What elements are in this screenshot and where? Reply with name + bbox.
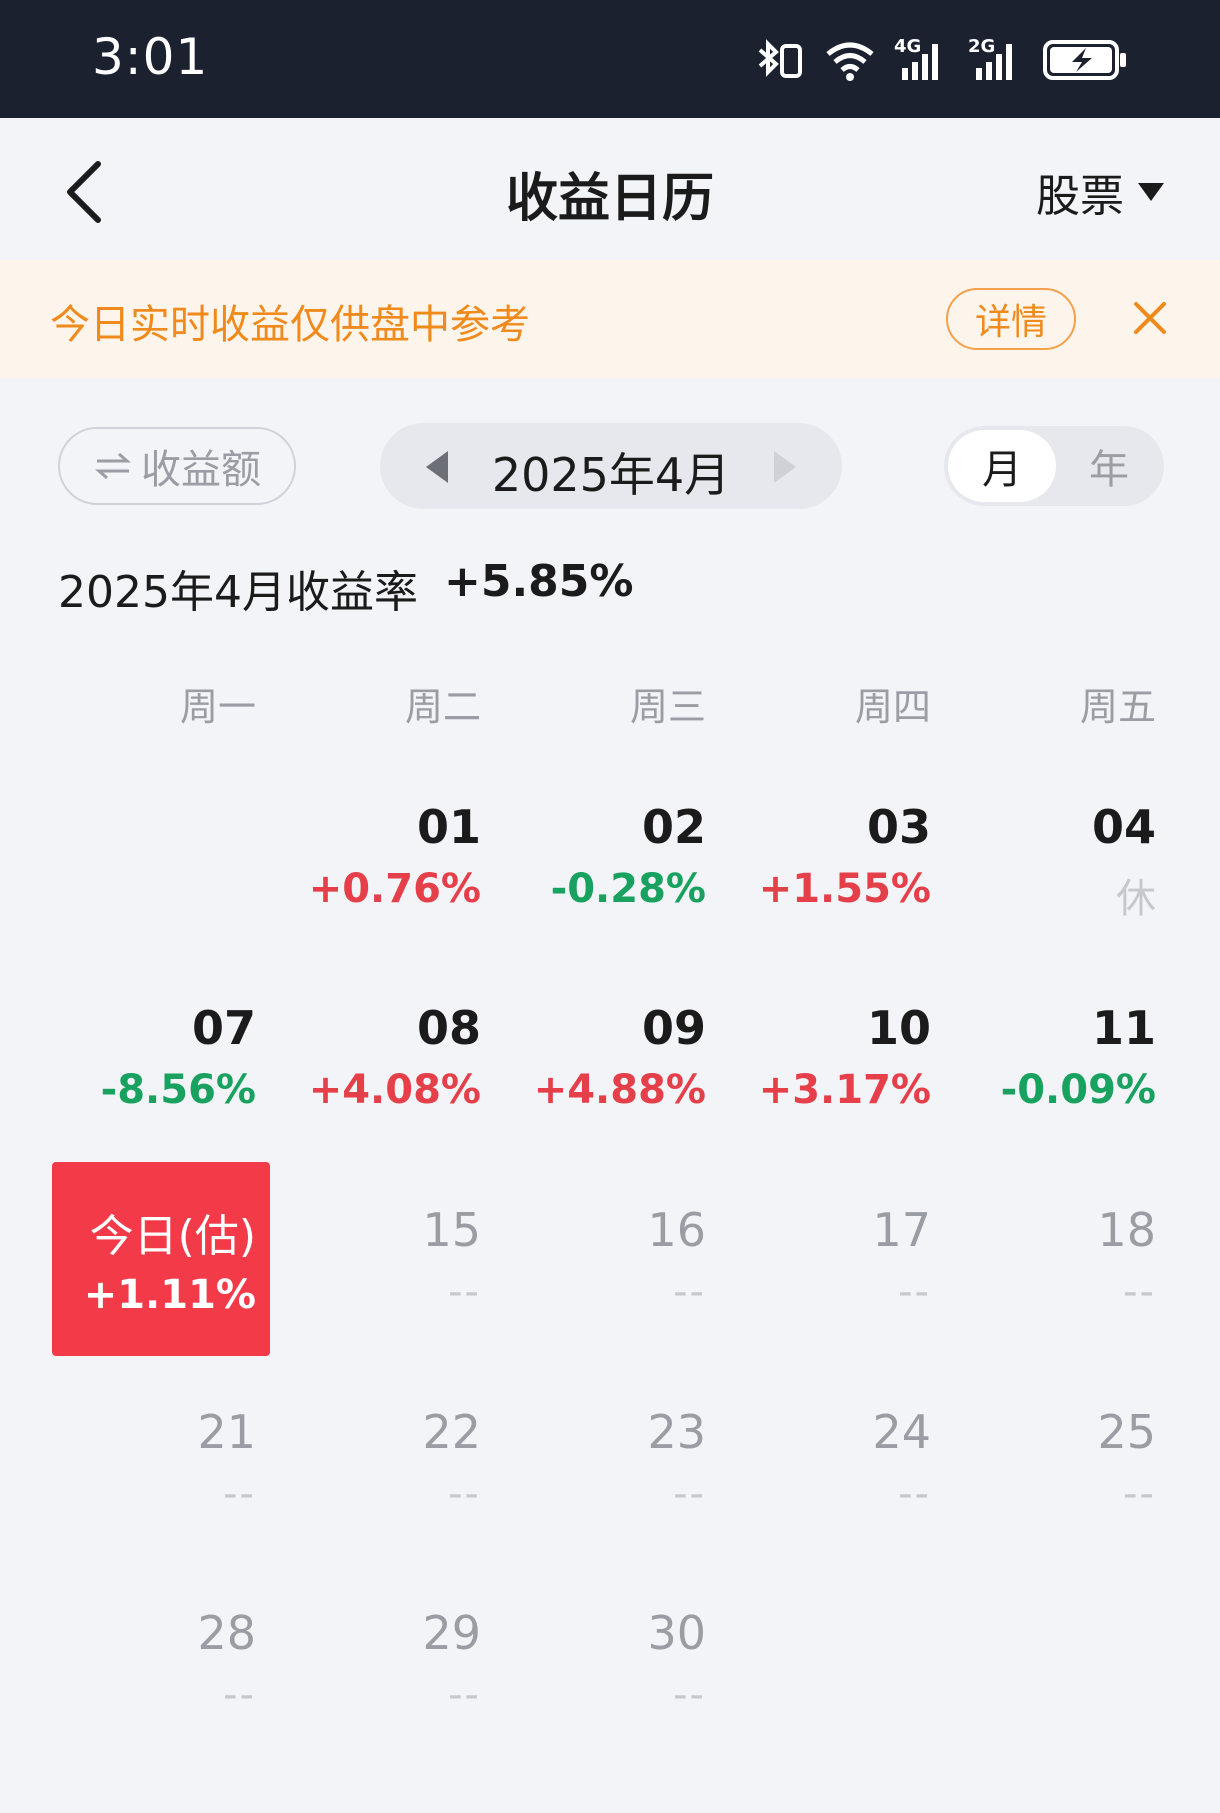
- calendar-day[interactable]: 29 --: [281, 1606, 481, 1766]
- day-return: --: [448, 1672, 481, 1718]
- status-bar: 3:01 4G 2G: [0, 0, 1220, 118]
- day-return: -8.56%: [100, 1067, 256, 1113]
- day-return: +4.08%: [308, 1067, 481, 1113]
- calendar-day[interactable]: 18 --: [956, 1203, 1156, 1363]
- monthly-summary: 2025年4月收益率 +5.85%: [58, 556, 634, 620]
- day-return: --: [673, 1672, 706, 1718]
- weekday-fri: 周五: [1079, 685, 1156, 729]
- today-cell[interactable]: 今日(估) +1.11%: [52, 1162, 270, 1356]
- day-number: 29: [422, 1606, 481, 1660]
- asset-type-dropdown[interactable]: 股票: [1036, 160, 1164, 224]
- calendar-day[interactable]: 21 --: [56, 1405, 256, 1565]
- calendar-day[interactable]: 28 --: [56, 1606, 256, 1766]
- calendar-day[interactable]: 16 --: [506, 1203, 706, 1363]
- day-number: 16: [647, 1203, 706, 1257]
- day-number: 04: [1091, 800, 1156, 854]
- weekday-wed: 周三: [629, 685, 706, 729]
- today-label: 今日(估): [89, 1211, 256, 1262]
- calendar-day[interactable]: 07 -8.56%: [56, 1001, 256, 1161]
- day-number: 28: [197, 1606, 256, 1660]
- day-number: 07: [191, 1001, 256, 1055]
- wifi-icon: [826, 42, 874, 81]
- calendar-day[interactable]: 15 --: [281, 1203, 481, 1363]
- day-return: +0.76%: [308, 866, 481, 912]
- day-return: --: [223, 1471, 256, 1517]
- period-year-tab[interactable]: 年: [1058, 430, 1160, 502]
- period-switch: 月 年: [944, 426, 1164, 506]
- calendar-day[interactable]: 09 +4.88%: [506, 1001, 706, 1161]
- calendar-day[interactable]: 01 +0.76%: [281, 800, 481, 960]
- signal-4g-icon: 4G: [894, 36, 950, 82]
- notice-banner: 今日实时收益仅供盘中参考 详情: [0, 260, 1220, 378]
- day-return: --: [448, 1471, 481, 1517]
- weekday-mon: 周一: [179, 685, 256, 729]
- calendar-day[interactable]: 30 --: [506, 1606, 706, 1766]
- day-return: --: [673, 1471, 706, 1517]
- day-number: 11: [1091, 1001, 1156, 1055]
- day-number: 01: [416, 800, 481, 854]
- detail-button[interactable]: 详情: [946, 288, 1076, 350]
- day-number: 09: [641, 1001, 706, 1055]
- month-navigator: 2025年4月: [380, 423, 842, 509]
- calendar-day[interactable]: 02 -0.28%: [506, 800, 706, 960]
- day-number: 22: [422, 1405, 481, 1459]
- calendar-day[interactable]: 22 --: [281, 1405, 481, 1565]
- next-month-icon[interactable]: [774, 451, 796, 483]
- calendar-day[interactable]: 10 +3.17%: [731, 1001, 931, 1161]
- notice-text: 今日实时收益仅供盘中参考: [50, 302, 530, 348]
- weekday-thu: 周四: [854, 685, 931, 729]
- swap-icon: [95, 452, 131, 480]
- close-icon[interactable]: [1130, 296, 1170, 340]
- day-return: -0.28%: [550, 866, 706, 912]
- calendar-day[interactable]: 25 --: [956, 1405, 1156, 1565]
- day-return: -0.09%: [1000, 1067, 1156, 1113]
- bluetooth-icon: [758, 39, 802, 78]
- calendar-day[interactable]: 11 -0.09%: [956, 1001, 1156, 1161]
- calendar-day[interactable]: 08 +4.08%: [281, 1001, 481, 1161]
- day-number: 24: [872, 1405, 931, 1459]
- asset-type-label: 股票: [1036, 171, 1124, 222]
- calendar-day[interactable]: 24 --: [731, 1405, 931, 1565]
- day-number: 30: [647, 1606, 706, 1660]
- day-number: 03: [866, 800, 931, 854]
- today-return: +1.11%: [83, 1272, 256, 1318]
- metric-toggle-button[interactable]: 收益额: [58, 427, 296, 505]
- day-number: 23: [647, 1405, 706, 1459]
- caret-down-icon: [1138, 183, 1164, 201]
- calendar-day[interactable]: 23 --: [506, 1405, 706, 1565]
- day-number: 10: [866, 1001, 931, 1055]
- calendar-day[interactable]: 03 +1.55%: [731, 800, 931, 960]
- calendar-day[interactable]: 17 --: [731, 1203, 931, 1363]
- day-number: 08: [416, 1001, 481, 1055]
- day-return: +1.55%: [758, 866, 931, 912]
- calendar-day[interactable]: 04 休: [956, 800, 1156, 960]
- signal-2g-icon: 2G: [968, 36, 1024, 82]
- day-number: 25: [1097, 1405, 1156, 1459]
- day-return: 休: [1116, 876, 1156, 922]
- summary-value: +5.85%: [443, 556, 634, 607]
- day-return: --: [898, 1269, 931, 1315]
- day-return: --: [673, 1269, 706, 1315]
- day-return: --: [223, 1672, 256, 1718]
- day-return: --: [1123, 1471, 1156, 1517]
- day-number: 21: [197, 1405, 256, 1459]
- day-return: --: [898, 1471, 931, 1517]
- weekday-tue: 周二: [404, 685, 481, 729]
- battery-charging-icon: [1043, 40, 1126, 80]
- day-return: +3.17%: [758, 1067, 931, 1113]
- day-number: 02: [641, 800, 706, 854]
- header: 收益日历 股票: [0, 118, 1220, 260]
- day-number: 18: [1097, 1203, 1156, 1257]
- status-icons: 4G 2G: [754, 36, 1128, 84]
- metric-toggle-label: 收益额: [141, 447, 261, 493]
- day-return: --: [448, 1269, 481, 1315]
- status-time: 3:01: [92, 28, 209, 86]
- day-return: --: [1123, 1269, 1156, 1315]
- period-month-tab[interactable]: 月: [948, 430, 1056, 502]
- day-return: +4.88%: [533, 1067, 706, 1113]
- day-number: 17: [872, 1203, 931, 1257]
- day-number: 15: [422, 1203, 481, 1257]
- summary-label: 2025年4月收益率: [58, 567, 418, 618]
- current-month-label: 2025年4月: [491, 448, 731, 502]
